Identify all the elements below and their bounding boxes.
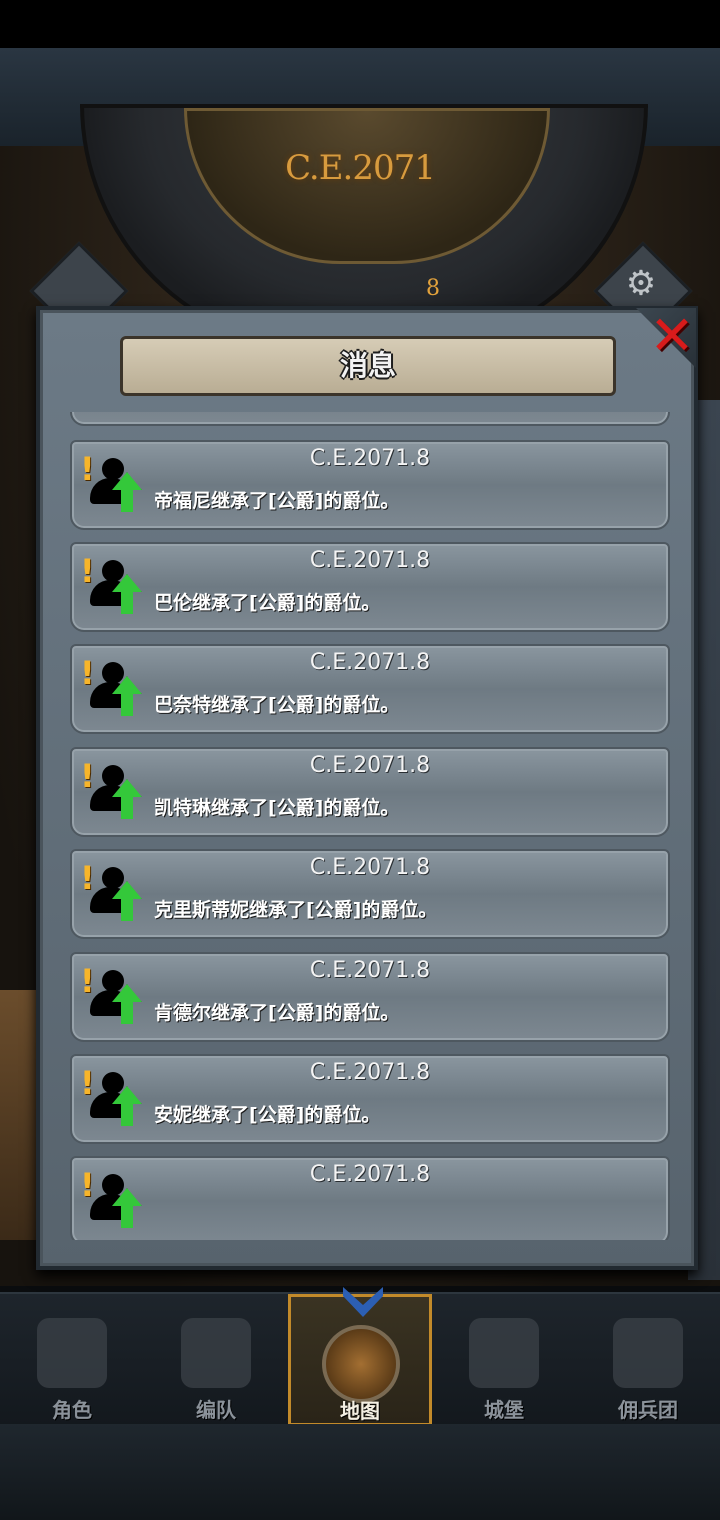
message-date: C.E.2071.8 [309, 855, 431, 880]
message-item[interactable]: ! C.E.2071.8 安妮继承了[公爵]的爵位。 [70, 1054, 670, 1144]
nav-label: 城堡 [484, 1398, 524, 1422]
status-bar [0, 0, 720, 48]
close-icon[interactable]: ✕ [646, 309, 698, 363]
message-item[interactable]: ! C.E.2071.8 巴伦继承了[公爵]的爵位。 [70, 542, 670, 632]
message-text: 肯德尔继承了[公爵]的爵位。 [154, 1002, 400, 1024]
message-list[interactable]: !C.E.2071.8凯特琳继承了[公爵]的爵位。 !C.E.2071.8 帝福尼继… [66, 412, 670, 1240]
nav-item-1[interactable]: 编队 [144, 1294, 288, 1426]
nav-item-2[interactable]: 地图 [288, 1287, 432, 1426]
nav-label: 地图 [340, 1399, 380, 1423]
nav-label: 编队 [196, 1398, 236, 1422]
message-text: 帝福尼继承了[公爵]的爵位。 [154, 490, 400, 512]
nav-label: 角色 [52, 1398, 92, 1422]
message-item[interactable]: ! C.E.2071.8 巴奈特继承了[公爵]的爵位。 [70, 644, 670, 734]
message-text: 克里斯蒂妮继承了[公爵]的爵位。 [154, 899, 438, 921]
gear-icon: ⚙ [625, 263, 657, 304]
dialog-title: 消息 [339, 349, 396, 382]
month-display: 8 [426, 276, 440, 301]
castle-icon [469, 1318, 539, 1388]
message-date: C.E.2071.8 [309, 753, 431, 778]
message-item[interactable]: ! C.E.2071.8 帝福尼继承了[公爵]的爵位。 [70, 440, 670, 530]
message-date: C.E.2071.8 [309, 446, 431, 471]
message-item[interactable]: ! C.E.2071.8 克里斯蒂妮继承了[公爵]的爵位。 [70, 849, 670, 939]
nav-item-0[interactable]: 角色 [0, 1294, 144, 1426]
dialog-title-bar: 消息 [120, 336, 616, 396]
message-item[interactable]: !C.E.2071.8凯特琳继承了[公爵]的爵位。 [70, 747, 670, 837]
year-display: C.E.2071 [285, 148, 436, 188]
chevron-down-icon [343, 1287, 383, 1317]
mercenary-icon [613, 1318, 683, 1388]
side-panel-left [0, 990, 36, 1240]
message-item[interactable]: ! C.E.2071.8 肯德尔继承了[公爵]的爵位。 [70, 952, 670, 1042]
nav-item-3[interactable]: 城堡 [432, 1294, 576, 1426]
message-item[interactable]: ! C.E.2071.8 [70, 1156, 670, 1240]
message-text: 安妮继承了[公爵]的爵位。 [154, 1104, 381, 1126]
bottom-bar [0, 1424, 720, 1520]
message-date: C.E.2071.8 [309, 548, 431, 573]
message-text: 巴伦继承了[公爵]的爵位。 [154, 592, 381, 614]
helmet-icon [181, 1318, 251, 1388]
message-text: 巴奈特继承了[公爵]的爵位。 [154, 694, 400, 716]
nav-item-4[interactable]: 佣兵团 [576, 1294, 720, 1426]
message-dialog: 消息 ✕ !C.E.2071.8凯特琳继承了[公爵]的爵位。!C.E.2071.… [36, 306, 698, 1270]
message-date: C.E.2071.8 [309, 1060, 431, 1085]
message-date: C.E.2071.8 [309, 1162, 431, 1187]
knight-icon [37, 1318, 107, 1388]
message-item[interactable]: !C.E.2071.8凯特琳继承了[公爵]的爵位。 [70, 412, 670, 426]
message-date: C.E.2071.8 [309, 650, 431, 675]
nav-label: 佣兵团 [618, 1398, 678, 1422]
bottom-nav: 角色 编队 地图 城堡 佣兵团 [0, 1287, 720, 1426]
map-icon [322, 1325, 400, 1403]
message-date: C.E.2071.8 [309, 958, 431, 983]
message-text: 凯特琳继承了[公爵]的爵位。 [154, 797, 400, 819]
